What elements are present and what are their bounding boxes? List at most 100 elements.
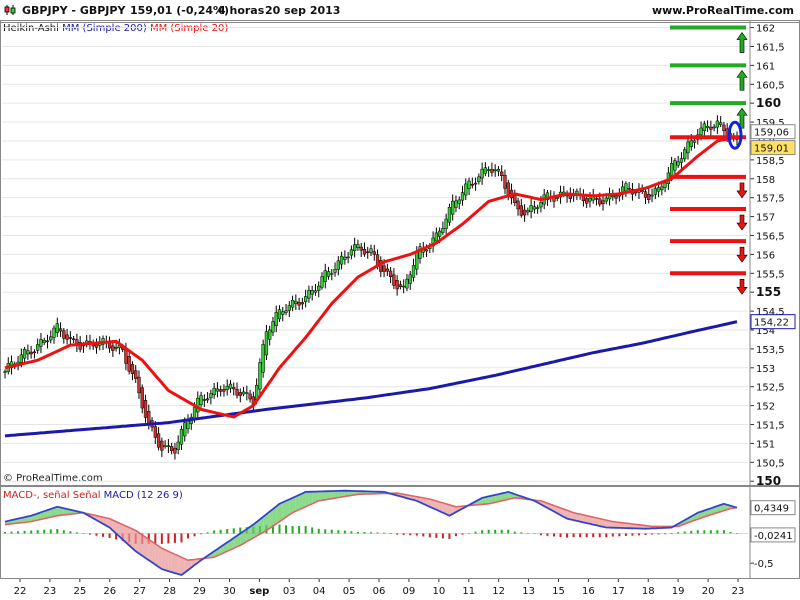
- bear-candle: [300, 302, 305, 305]
- macd-fill: [259, 516, 264, 535]
- macd-fill: [171, 552, 175, 574]
- bear-candle: [385, 268, 389, 272]
- bull-candle: [42, 340, 46, 343]
- macd-fill: [233, 535, 238, 549]
- macd-histogram-bar: [389, 533, 392, 534]
- macd-fill: [586, 515, 590, 524]
- site-label[interactable]: www.ProRealTime.com: [652, 4, 794, 17]
- macd-fill: [603, 519, 607, 528]
- price-tag-label: 159,06: [754, 128, 789, 139]
- macd-histogram-bar: [160, 533, 163, 544]
- bear-candle: [45, 340, 50, 343]
- macd-fill: [354, 491, 358, 495]
- bull-candle: [176, 441, 180, 450]
- macd-fill: [374, 491, 378, 494]
- macd-fill: [459, 506, 463, 511]
- y-tick-label: 154: [756, 326, 775, 337]
- macd-fill: [188, 559, 192, 571]
- macd-fill: [701, 510, 705, 519]
- macd-fill: [426, 498, 430, 507]
- macd-histogram-bar: [271, 524, 274, 534]
- macd-histogram-bar: [232, 528, 235, 534]
- macd-fill: [469, 503, 473, 506]
- x-tick-label: 23: [732, 586, 745, 597]
- macd-fill: [250, 524, 254, 540]
- bull-candle: [493, 169, 497, 172]
- macd-fill: [204, 555, 208, 559]
- main-legend: Heikin-Ashi MM (Simple 200) MM (Simple 2…: [3, 23, 228, 34]
- bear-candle: [614, 195, 618, 199]
- bull-candle: [186, 420, 190, 430]
- macd-histogram-bar: [36, 530, 39, 534]
- macd-y-label: -0,5: [754, 559, 774, 570]
- macd-fill: [723, 503, 728, 511]
- macd-histogram-bar: [278, 524, 281, 534]
- macd-fill: [436, 500, 440, 512]
- macd-fill: [377, 491, 381, 494]
- macd-value-tag: [750, 500, 796, 516]
- macd-fill: [485, 496, 489, 505]
- x-tick-label: 15: [552, 586, 565, 597]
- macd-histogram-bar: [474, 531, 477, 534]
- macd-fill: [24, 516, 28, 523]
- macd-fill: [403, 494, 407, 499]
- macd-fill: [406, 494, 411, 500]
- bull-candle: [313, 290, 318, 293]
- macd-histogram-bar: [481, 530, 484, 534]
- macd-fill: [138, 532, 143, 556]
- macd-fill: [482, 497, 486, 505]
- bull-candle: [692, 140, 697, 143]
- macd-fill: [524, 497, 528, 500]
- arrow-down-icon: [736, 278, 748, 295]
- macd-histogram-bar: [69, 531, 72, 534]
- macd-histogram-bar: [82, 533, 85, 534]
- macd-fill: [622, 522, 626, 529]
- legend-macd: MACD (12 26 9): [103, 490, 183, 501]
- bull-candle: [653, 188, 657, 195]
- macd-histogram-bar: [409, 533, 412, 536]
- price-chart[interactable]: 162 161,5 161 160,5 160 159,5 159 158,5 158 157,5…: [0, 0, 800, 600]
- bull-candle: [88, 341, 92, 344]
- macd-histogram-bar: [461, 533, 464, 535]
- macd-fill: [387, 492, 391, 494]
- macd-histogram-bar: [4, 532, 6, 534]
- y-tick-label: 157: [756, 213, 775, 224]
- bear-candle: [170, 446, 174, 451]
- macd-histogram-bar: [736, 533, 738, 534]
- y-tick-label: 152: [756, 402, 775, 413]
- y-tick-label: 160: [756, 96, 781, 110]
- arrow-up-icon: [736, 69, 748, 91]
- macd-histogram-bar: [533, 533, 536, 534]
- macd-histogram-bar: [559, 533, 562, 538]
- bull-candle: [199, 395, 203, 405]
- macd-histogram-bar: [213, 530, 216, 534]
- bull-candle: [663, 182, 667, 188]
- bear-candle: [222, 389, 226, 392]
- macd-legend: MACD-, señal Señal MACD (12 26 9): [3, 490, 183, 501]
- macd-fill: [223, 542, 228, 553]
- macd-histogram-bar: [579, 533, 582, 538]
- macd-fill: [348, 490, 352, 496]
- copyright-label: © ProRealTime.com: [3, 473, 103, 484]
- macd-histogram-bar: [690, 530, 693, 534]
- macd-fill: [253, 521, 257, 538]
- macd-fill: [527, 498, 532, 500]
- bull-candle: [588, 198, 592, 202]
- bear-candle: [156, 433, 161, 448]
- macd-histogram-bar: [370, 532, 372, 534]
- bear-candle: [585, 198, 589, 204]
- macd-fill: [717, 504, 721, 513]
- bull-candle: [421, 248, 425, 253]
- bear-candle: [297, 301, 301, 306]
- macd-fill: [289, 497, 293, 515]
- bear-candle: [111, 345, 115, 351]
- bull-candle: [496, 168, 501, 172]
- bull-candle: [163, 445, 167, 447]
- y-tick-label: 158,5: [756, 156, 785, 167]
- macd-fill: [312, 491, 316, 504]
- bear-candle: [107, 342, 112, 349]
- bull-candle: [486, 169, 491, 171]
- bull-candle: [215, 388, 220, 392]
- macd-fill: [89, 514, 94, 519]
- bull-candle: [539, 202, 543, 208]
